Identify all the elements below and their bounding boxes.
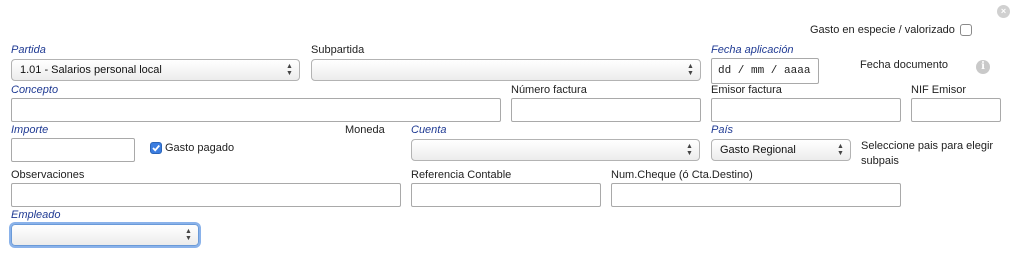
gasto-pagado-label: Gasto pagado [165,142,235,154]
observaciones-input[interactable] [11,183,401,207]
select-arrows-icon: ▲ ▼ [837,143,844,157]
gasto-especie-label: Gasto en especie / valorizado [810,24,955,36]
subpartida-label: Subpartida [311,44,365,56]
moneda-label: Moneda [345,124,385,136]
subpartida-select[interactable]: ▲ ▼ [311,59,701,81]
pais-label: País [711,124,734,136]
cuenta-select[interactable]: ▲ ▼ [411,139,700,161]
numero-factura-label: Número factura [511,84,587,96]
importe-label: Importe [11,124,49,136]
numero-factura-input[interactable] [511,98,701,122]
observaciones-label: Observaciones [11,169,85,181]
info-icon[interactable]: i [976,60,990,74]
referencia-contable-input[interactable] [411,183,601,207]
gasto-pagado-checkbox[interactable] [150,142,162,154]
fecha-aplicacion-input[interactable]: dd / mm / aaaa [711,58,819,84]
num-cheque-input[interactable] [611,183,901,207]
importe-input[interactable] [11,138,135,162]
pais-hint: Seleccione pais para elegir subpais [861,140,994,167]
fecha-aplicacion-label: Fecha aplicación [711,44,794,56]
fecha-aplicacion-placeholder: dd / mm / aaaa [718,65,811,77]
partida-value: 1.01 - Salarios personal local [20,64,162,76]
concepto-label: Concepto [11,84,59,96]
pais-select[interactable]: Gasto Regional ▲ ▼ [711,139,851,161]
checkmark-icon [152,144,160,152]
cuenta-label: Cuenta [411,124,447,136]
close-icon[interactable]: × [997,5,1010,18]
select-arrows-icon: ▲ ▼ [687,63,694,77]
nif-emisor-label: NIF Emisor [911,84,966,96]
select-arrows-icon: ▲ ▼ [286,63,293,77]
nif-emisor-input[interactable] [911,98,1001,122]
concepto-input[interactable] [11,98,501,122]
emisor-factura-input[interactable] [711,98,901,122]
referencia-contable-label: Referencia Contable [411,169,512,181]
partida-select[interactable]: 1.01 - Salarios personal local ▲ ▼ [11,59,300,81]
select-arrows-icon: ▲ ▼ [686,143,693,157]
partida-label: Partida [11,44,46,56]
empleado-label: Empleado [11,209,61,221]
num-cheque-label: Num.Cheque (ó Cta.Destino) [611,169,753,181]
emisor-factura-label: Emisor factura [711,84,782,96]
gasto-especie-checkbox[interactable] [960,24,972,36]
pais-value: Gasto Regional [720,144,796,156]
select-arrows-icon: ▲ ▼ [185,228,192,242]
empleado-select[interactable]: ▲ ▼ [11,224,199,246]
fecha-documento-label: Fecha documento [860,59,949,71]
